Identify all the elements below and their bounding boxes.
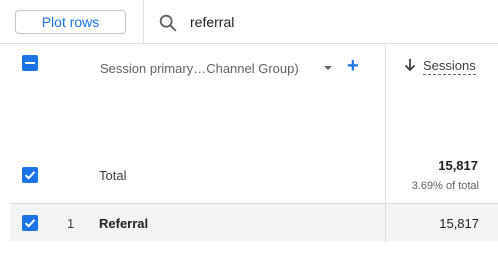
total-checkbox[interactable] bbox=[22, 167, 38, 183]
search-icon[interactable] bbox=[157, 12, 179, 34]
toolbar-divider bbox=[143, 0, 144, 43]
total-label: Total bbox=[99, 168, 127, 183]
row-index: 1 bbox=[67, 216, 75, 231]
dimension-dropdown-icon[interactable] bbox=[324, 66, 332, 70]
dimension-header[interactable]: Session primary…Channel Group) bbox=[100, 61, 299, 76]
total-sessions-value: 15,817 bbox=[438, 158, 478, 173]
row-checkbox[interactable] bbox=[22, 215, 38, 231]
check-icon bbox=[24, 171, 36, 180]
total-percent: 3.69% of total bbox=[411, 180, 479, 192]
toolbar-divider-horizontal bbox=[0, 43, 498, 44]
table-row[interactable] bbox=[10, 203, 498, 241]
select-all-checkbox[interactable] bbox=[22, 55, 38, 71]
row-column-divider bbox=[385, 203, 386, 241]
check-icon bbox=[24, 219, 36, 228]
row-sessions-value: 15,817 bbox=[439, 216, 479, 231]
sort-descending-icon[interactable] bbox=[404, 57, 416, 73]
sessions-header[interactable]: Sessions bbox=[423, 58, 476, 75]
row-dimension-value: Referral bbox=[99, 216, 149, 231]
add-dimension-button[interactable]: + bbox=[347, 56, 359, 76]
plot-rows-button[interactable]: Plot rows bbox=[15, 10, 126, 34]
search-input[interactable]: referral bbox=[190, 14, 234, 30]
row-divider bbox=[10, 203, 498, 204]
